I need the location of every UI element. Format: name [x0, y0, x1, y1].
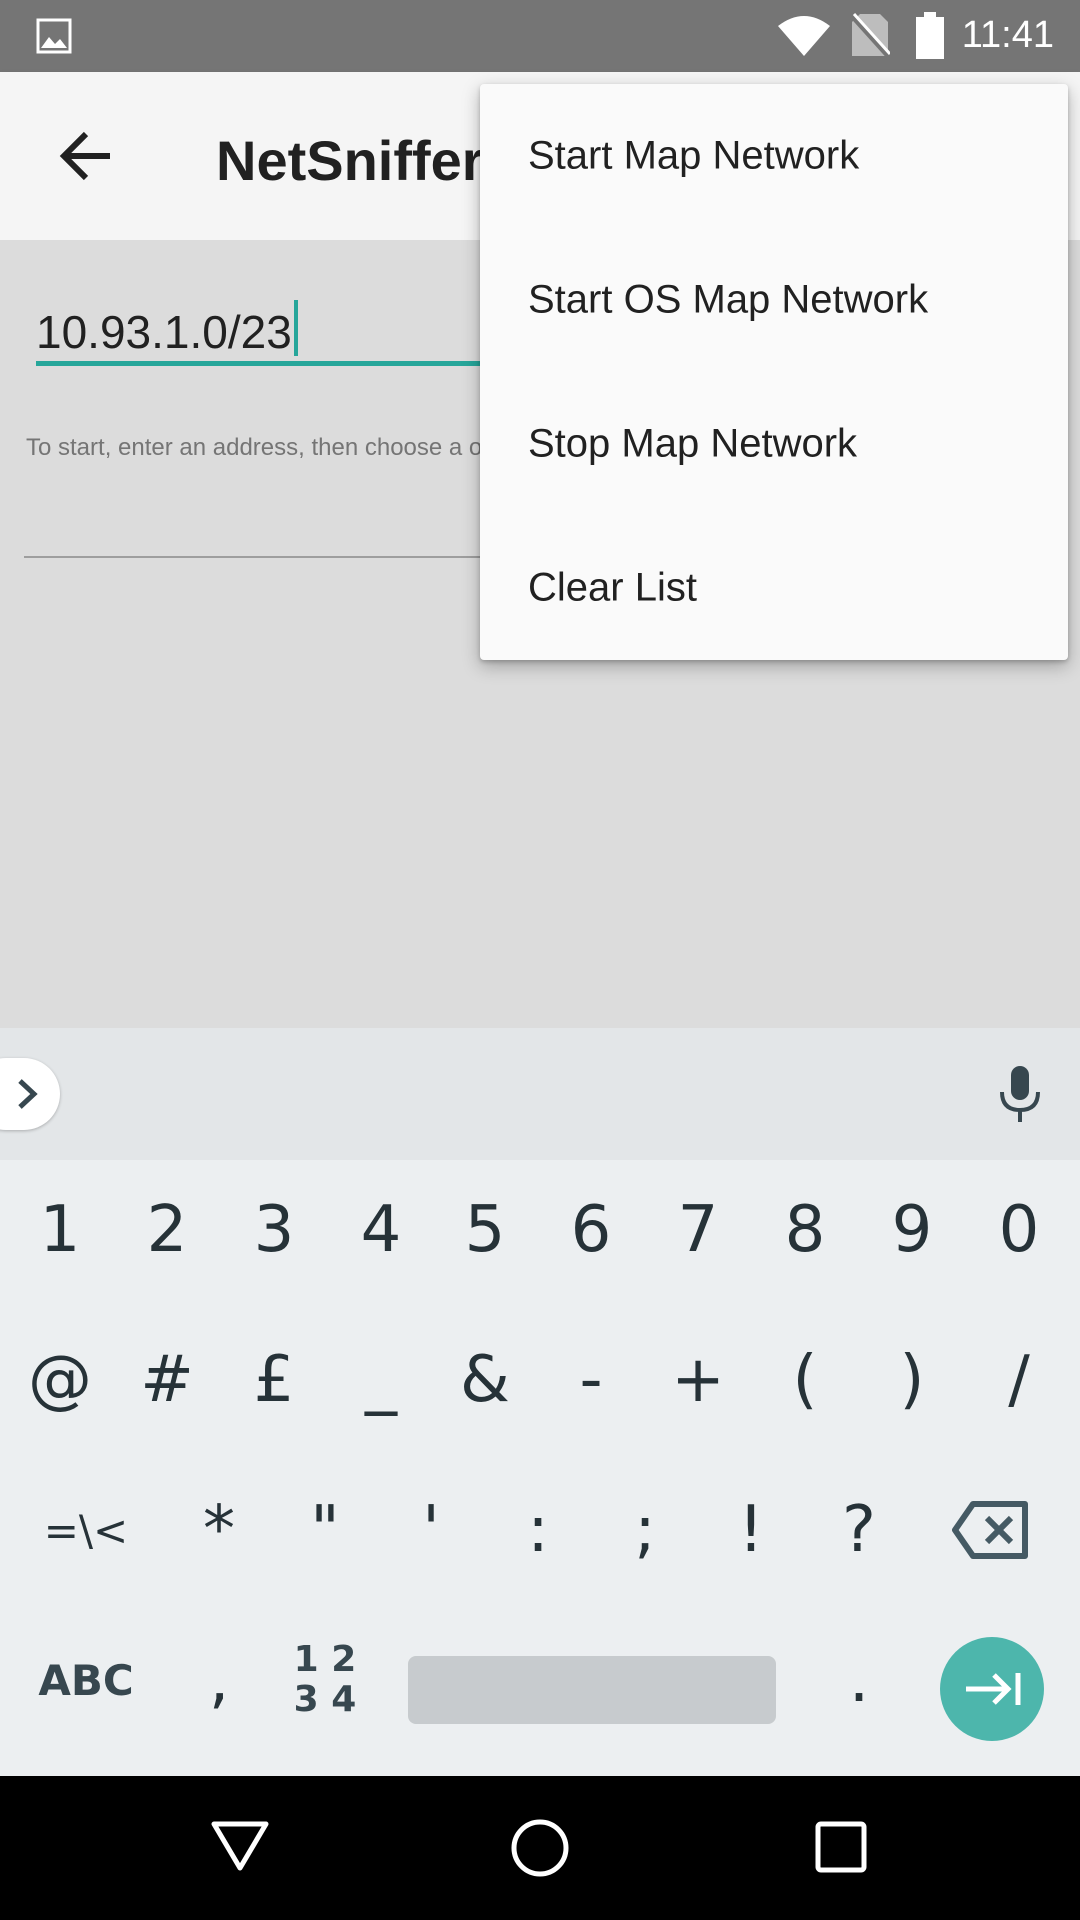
key-more-symbols[interactable]: =\<	[20, 1460, 152, 1600]
text-cursor	[293, 300, 298, 356]
status-time: 11:41	[961, 14, 1054, 56]
keyboard-suggestion-strip	[0, 1028, 1080, 1160]
key-3[interactable]: 3	[221, 1160, 327, 1300]
ip-address-value: 10.93.1.0/23	[36, 306, 292, 358]
microphone-icon[interactable]	[998, 1064, 1042, 1124]
menu-item-start-map-network[interactable]: Start Map Network	[480, 84, 1068, 228]
backspace-key[interactable]	[938, 1460, 1044, 1600]
recents-square-icon[interactable]	[814, 1820, 868, 1874]
back-triangle-icon[interactable]	[210, 1818, 270, 1874]
overflow-menu: Start Map Network Start OS Map Network S…	[480, 84, 1068, 660]
no-sim-icon	[850, 12, 890, 58]
key-7[interactable]: 7	[645, 1160, 751, 1300]
key-0[interactable]: 0	[966, 1160, 1072, 1300]
key-4[interactable]: 4	[328, 1160, 434, 1300]
key-9[interactable]: 9	[859, 1160, 965, 1300]
menu-item-clear-list[interactable]: Clear List	[480, 516, 1068, 660]
system-nav-bar	[0, 1776, 1080, 1920]
key-slash[interactable]: /	[966, 1310, 1072, 1450]
key-open-paren[interactable]: (	[752, 1310, 858, 1450]
app-title: NetSniffer	[216, 129, 484, 192]
key-semicolon[interactable]: ;	[592, 1460, 698, 1600]
key-1[interactable]: 1	[7, 1160, 113, 1300]
number-pad-bottom: 3 4	[293, 1679, 357, 1720]
status-bar: 11:41	[0, 0, 1080, 72]
key-underscore[interactable]: _	[328, 1310, 434, 1450]
key-close-paren[interactable]: )	[859, 1310, 965, 1450]
key-2[interactable]: 2	[114, 1160, 220, 1300]
key-colon[interactable]: :	[485, 1460, 591, 1600]
menu-item-label: Start OS Map Network	[528, 277, 929, 322]
menu-item-label: Stop Map Network	[528, 421, 858, 466]
key-6[interactable]: 6	[538, 1160, 644, 1300]
key-hash[interactable]: #	[114, 1310, 220, 1450]
key-period[interactable]: .	[806, 1610, 912, 1750]
key-number-pad[interactable]: 1 2 3 4	[272, 1610, 378, 1750]
back-arrow-icon[interactable]	[58, 128, 114, 184]
key-question[interactable]: ?	[806, 1460, 912, 1600]
key-double-quote[interactable]: "	[272, 1460, 378, 1600]
key-exclamation[interactable]: !	[698, 1460, 804, 1600]
key-single-quote[interactable]: '	[378, 1460, 484, 1600]
menu-item-label: Start Map Network	[528, 133, 860, 178]
number-pad-top: 1 2	[293, 1639, 357, 1680]
battery-icon	[916, 12, 944, 59]
key-abc[interactable]: ABC	[20, 1610, 152, 1750]
enter-key[interactable]	[940, 1637, 1044, 1741]
wifi-icon	[778, 16, 830, 56]
key-minus[interactable]: -	[538, 1310, 644, 1450]
space-key[interactable]	[408, 1656, 776, 1724]
ip-address-input[interactable]: 10.93.1.0/23	[36, 300, 298, 359]
next-field-icon	[966, 1673, 1021, 1705]
chevron-right-icon	[18, 1079, 38, 1109]
key-plus[interactable]: +	[645, 1310, 751, 1450]
key-8[interactable]: 8	[752, 1160, 858, 1300]
menu-item-label: Clear List	[528, 565, 697, 610]
key-at[interactable]: @	[7, 1310, 113, 1450]
key-5[interactable]: 5	[432, 1160, 538, 1300]
menu-item-stop-map-network[interactable]: Stop Map Network	[480, 372, 1068, 516]
image-notification-icon	[36, 18, 72, 54]
key-ampersand[interactable]: &	[432, 1310, 538, 1450]
backspace-icon	[952, 1501, 1028, 1559]
key-comma[interactable]: ,	[166, 1610, 272, 1750]
key-asterisk[interactable]: *	[166, 1460, 272, 1600]
key-pound[interactable]: £	[221, 1310, 327, 1450]
menu-item-start-os-map-network[interactable]: Start OS Map Network	[480, 228, 1068, 372]
home-circle-icon[interactable]	[510, 1818, 570, 1878]
